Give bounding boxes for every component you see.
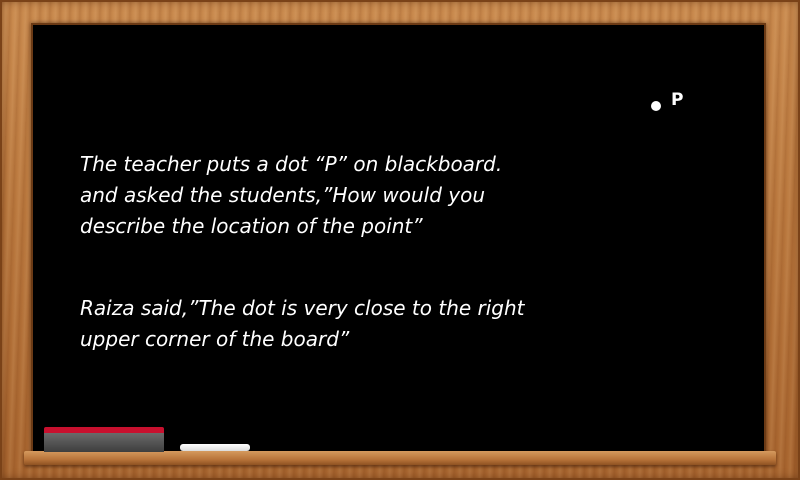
chalk-stick [180,444,250,451]
teacher-line-1: The teacher puts a dot “P” on blackboard… [80,152,503,176]
student-paragraph: Raiza said,”The dot is very close to the… [80,293,680,355]
student-line-2: upper corner of the board” [80,327,350,351]
teacher-line-2: and asked the students,”How would you [80,183,485,207]
student-line-1: Raiza said,”The dot is very close to the… [80,296,525,320]
point-label: P [671,90,684,110]
eraser [44,427,164,452]
chalk-ledge [24,451,776,465]
teacher-paragraph: The teacher puts a dot “P” on blackboard… [80,149,680,242]
point-dot [651,101,661,111]
teacher-line-3: describe the location of the point” [80,214,423,238]
eraser-felt [44,433,164,452]
